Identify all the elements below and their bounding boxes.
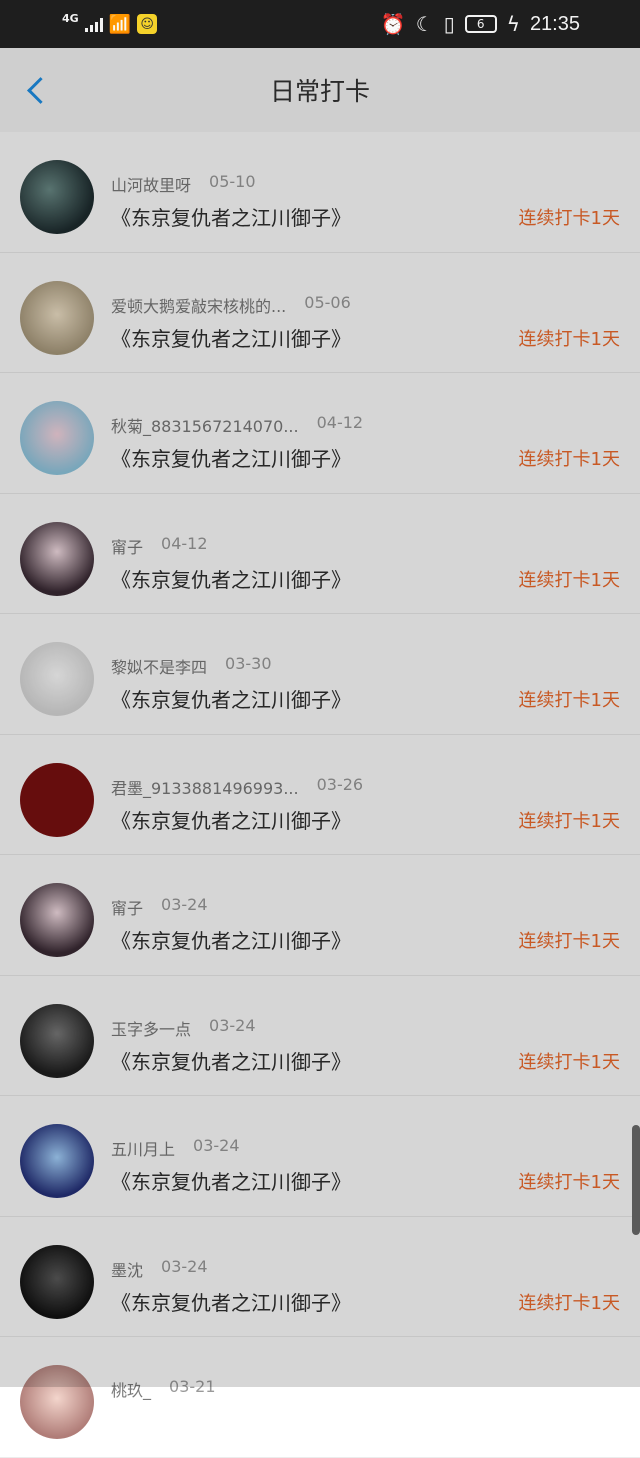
scrollbar[interactable] [632,1125,640,1235]
user-name: 五川月上 [111,1140,176,1159]
nav-header: 日常打卡 [0,48,640,132]
alarm-icon: ⏰ [380,12,406,36]
network-type: 4G [62,11,79,25]
checkin-date: 05-10 [209,172,256,191]
avatar[interactable] [20,1003,94,1078]
streak-label: 连续打卡1天 [518,1051,620,1073]
item-meta: 黎姒不是李四 03-30 [111,654,272,678]
item-meta: 甯子 03-24 [111,895,208,919]
user-name: 黎姒不是李四 [111,658,208,677]
item-meta: 五川月上 03-24 [111,1136,240,1160]
page-title: 日常打卡 [269,77,370,106]
list-item[interactable]: 爱顿大鹅爱敲宋核桃的... 05-06 《东京复仇者之江川御子》 连续打卡1天 [0,253,640,373]
item-meta: 桃玖_ 03-21 [111,1377,216,1401]
user-name: 爱顿大鹅爱敲宋核桃的... [111,296,287,316]
item-meta: 君墨_9133881496993... 03-26 [111,775,363,799]
user-name: 甯子 [111,899,144,918]
streak-label: 连续打卡1天 [518,569,620,591]
vibrate-icon: ▯ [443,12,455,36]
status-left: 4G 📶 ☺ [62,11,158,35]
clock: 21:35 [529,12,580,35]
avatar[interactable] [20,1124,94,1198]
streak-label: 连续打卡1天 [518,810,620,832]
streak-label: 连续打卡1天 [518,208,620,229]
book-title: 《东京复仇者之江川御子》 [111,929,351,953]
book-title: 《东京复仇者之江川御子》 [111,808,351,833]
status-right: ⏰ ☾ ▯ 6 ϟ 21:35 [381,12,580,36]
avatar[interactable] [20,642,94,716]
book-title: 《东京复仇者之江川御子》 [111,688,351,712]
checkin-date: 03-24 [193,1136,240,1155]
user-name: 君墨_9133881496993... [111,778,299,798]
status-bar: 4G 📶 ☺ ⏰ ☾ ▯ 6 ϟ 21:35 [0,0,640,48]
avatar[interactable] [20,160,94,234]
avatar[interactable] [20,762,94,837]
signal-icon [84,16,103,32]
list-item[interactable]: 秋菊_8831567214070... 04-12 《东京复仇者之江川御子》 连… [0,373,640,494]
checkin-list: 山河故里呀 05-10 《东京复仇者之江川御子》 连续打卡1天 爱顿大鹅爱敲宋核… [0,132,640,1458]
item-meta: 秋菊_8831567214070... 04-12 [111,413,363,437]
wifi-icon: 📶 [108,13,132,35]
streak-label: 连续打卡1天 [518,449,620,470]
user-name: 山河故里呀 [111,176,192,195]
list-item[interactable]: 君墨_9133881496993... 03-26 《东京复仇者之江川御子》 连… [0,735,640,855]
checkin-date: 03-26 [316,774,364,794]
item-meta: 墨沈 03-24 [111,1257,208,1281]
checkin-date: 03-24 [209,1015,256,1035]
book-title: 《东京复仇者之江川御子》 [111,447,351,471]
user-name: 秋菊_8831567214070... [111,417,299,436]
streak-label: 连续打卡1天 [518,1292,620,1314]
streak-label: 连续打卡1天 [518,1172,620,1193]
avatar[interactable] [20,280,94,355]
item-meta: 甯子 04-12 [111,534,208,558]
app-notification-icon: ☺ [137,14,158,34]
item-meta: 爱顿大鹅爱敲宋核桃的... 05-06 [111,293,351,317]
chevron-left-icon [26,76,54,104]
streak-label: 连续打卡1天 [518,328,620,350]
book-title: 《东京复仇者之江川御子》 [111,567,351,592]
list-item[interactable]: 桃玖_ 03-21 [0,1337,640,1458]
checkin-date: 03-24 [161,1256,208,1276]
checkin-date: 04-12 [316,413,364,432]
battery-icon: 6 [464,15,497,33]
avatar[interactable] [20,401,94,475]
book-title: 《东京复仇者之江川御子》 [111,326,351,351]
list-item[interactable]: 甯子 03-24 《东京复仇者之江川御子》 连续打卡1天 [0,855,640,976]
streak-label: 连续打卡1天 [518,931,620,952]
book-title: 《东京复仇者之江川御子》 [111,206,351,230]
book-title: 《东京复仇者之江川御子》 [111,1170,351,1194]
charging-icon: ϟ [506,12,520,36]
avatar[interactable] [20,521,94,596]
checkin-date: 03-21 [169,1377,216,1396]
moon-icon: ☾ [415,12,434,36]
checkin-date: 03-24 [161,895,208,914]
list-item[interactable]: 黎姒不是李四 03-30 《东京复仇者之江川御子》 连续打卡1天 [0,614,640,735]
avatar[interactable] [20,883,94,957]
book-title: 《东京复仇者之江川御子》 [111,1049,351,1074]
list-item[interactable]: 墨沈 03-24 《东京复仇者之江川御子》 连续打卡1天 [0,1217,640,1337]
user-name: 玉字多一点 [111,1019,192,1039]
user-name: 桃玖_ [111,1381,152,1400]
avatar[interactable] [20,1365,94,1439]
checkin-date: 04-12 [161,533,208,553]
user-name: 甯子 [111,537,144,557]
list-item[interactable]: 玉字多一点 03-24 《东京复仇者之江川御子》 连续打卡1天 [0,976,640,1096]
user-name: 墨沈 [111,1260,144,1280]
list-item[interactable]: 甯子 04-12 《东京复仇者之江川御子》 连续打卡1天 [0,494,640,614]
book-title: 《东京复仇者之江川御子》 [111,1290,351,1315]
list-item[interactable]: 五川月上 03-24 《东京复仇者之江川御子》 连续打卡1天 [0,1096,640,1217]
avatar[interactable] [20,1244,94,1319]
list-item[interactable]: 山河故里呀 05-10 《东京复仇者之江川御子》 连续打卡1天 [0,132,640,253]
item-meta: 山河故里呀 05-10 [111,172,256,196]
back-button[interactable] [22,70,54,110]
checkin-date: 03-30 [225,654,272,673]
item-meta: 玉字多一点 03-24 [111,1016,256,1040]
checkin-date: 05-06 [304,292,351,312]
streak-label: 连续打卡1天 [518,690,620,711]
